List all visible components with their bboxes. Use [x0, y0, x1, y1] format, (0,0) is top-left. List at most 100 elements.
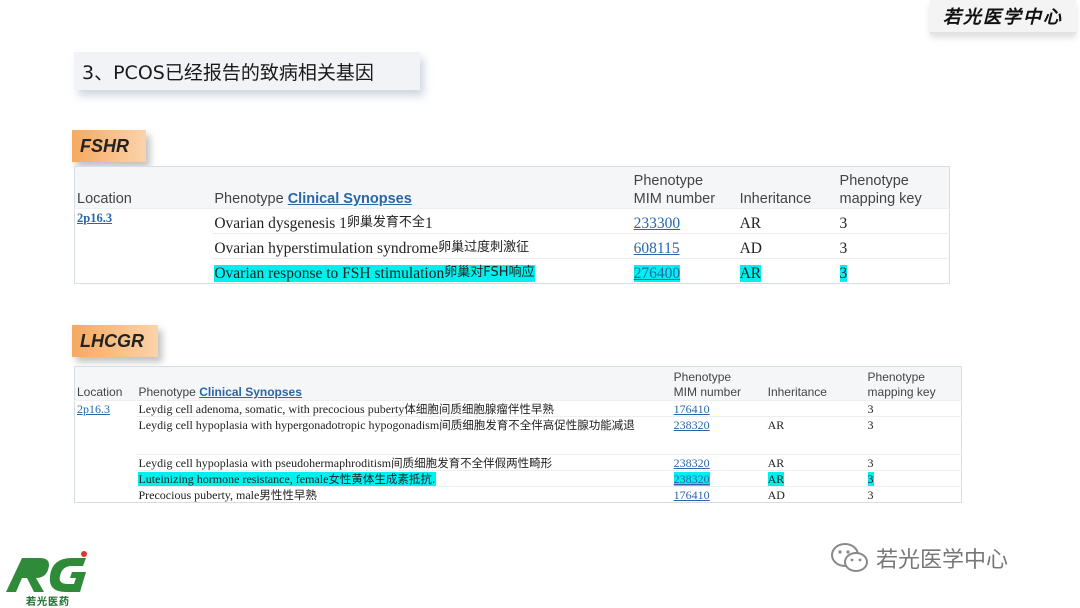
mapping-key-cell: 3: [865, 400, 962, 417]
location-cell: 2p16.3: [74, 400, 137, 503]
phenotype-cell: Leydig cell hypoplasia with hypergonadot…: [136, 416, 672, 455]
header-phenotype-label: Phenotype: [214, 191, 284, 207]
table-row-highlighted: Luteinizing hormone resistance, female女性…: [75, 470, 962, 487]
page-title: 3、PCOS已经报告的致病相关基因: [74, 52, 420, 90]
header-mapping-key: Phenotype mapping key: [866, 367, 962, 401]
fshr-table: Location Phenotype Clinical Synopses Phe…: [74, 166, 950, 284]
phenotype-cell: Leydig cell adenoma, somatic, with preco…: [136, 400, 672, 417]
mapping-key-cell: 3: [837, 233, 950, 259]
phenotype-zh: 间质细胞发育不全伴假两性畸形: [391, 456, 553, 470]
mapping-key-cell: 3: [865, 486, 962, 503]
clinical-synopses-link[interactable]: Clinical Synopses: [199, 385, 302, 399]
table-row: 2p16.3 Ovarian dysgenesis 1卵巢发育不全1 23330…: [74, 208, 950, 284]
inheritance-cell: AR: [765, 470, 866, 487]
header-key-line2: mapping key: [839, 191, 922, 207]
header-mim: Phenotype MIM number: [632, 167, 738, 209]
phenotype-zh: 体细胞间质细胞腺瘤伴性早熟: [404, 402, 554, 416]
header-mim-line1: Phenotype: [633, 173, 704, 189]
fshr-header-row: Location Phenotype Clinical Synopses Phe…: [74, 166, 950, 209]
header-mim-line2: MIM number: [673, 385, 742, 399]
phenotype-text: Leydig cell hypoplasia with hypergonadot…: [138, 418, 440, 432]
header-key-line1: Phenotype: [867, 370, 925, 384]
mapping-key-cell: 3: [837, 208, 950, 234]
inheritance-cell: AR: [765, 416, 866, 455]
phenotype-cell: Ovarian hyperstimulation syndrome卵巢过度刺激征: [212, 233, 632, 259]
header-phenotype: Phenotype Clinical Synopses: [212, 167, 631, 209]
mim-cell: 233300: [631, 208, 738, 234]
inheritance-cell: AD: [765, 486, 866, 503]
inheritance-cell: AD: [737, 233, 838, 259]
mapping-key-cell: 3: [865, 416, 962, 455]
inheritance-cell: AR: [765, 454, 866, 471]
inheritance-text: AR: [739, 265, 762, 282]
header-mapping-key: Phenotype mapping key: [838, 167, 950, 209]
wechat-icon: [831, 543, 868, 572]
phenotype-text: Luteinizing hormone resistance, female: [138, 472, 329, 486]
header-mim-line2: MIM number: [633, 191, 716, 207]
phenotype-zh: 卵巢发育不全: [346, 215, 425, 230]
phenotype-zh: 女性黄体生成素抵抗.: [328, 472, 436, 486]
phenotype-text: Ovarian dysgenesis 1: [214, 215, 347, 232]
table-row: 2p16.3 Leydig cell adenoma, somatic, wit…: [74, 400, 962, 503]
mim-link[interactable]: 238320: [673, 472, 710, 486]
inheritance-cell: AR: [737, 258, 838, 284]
mapping-key-cell: 3: [865, 470, 962, 487]
mim-link[interactable]: 238320: [674, 418, 710, 432]
header-mim: Phenotype MIM number: [672, 367, 766, 401]
phenotype-cell: Ovarian response to FSH stimulation卵巢对FS…: [212, 258, 632, 284]
location-link[interactable]: 2p16.3: [77, 402, 110, 416]
mim-link[interactable]: 608115: [634, 240, 680, 257]
phenotype-zh: 间质细胞发育不全伴高促性腺功能减退: [439, 418, 635, 432]
table-row: Precocious puberty, male男性性早熟 176410 AD …: [75, 486, 962, 503]
lhcgr-table: Location Phenotype Clinical Synopses Phe…: [74, 366, 962, 503]
phenotype-cell: Ovarian dysgenesis 1卵巢发育不全1: [212, 208, 632, 234]
inheritance-cell: [765, 400, 866, 417]
header-mim-line1: Phenotype: [673, 370, 732, 384]
clinical-synopses-link[interactable]: Clinical Synopses: [288, 191, 412, 207]
mim-cell: 608115: [631, 233, 738, 259]
phenotype-cell: Precocious puberty, male男性性早熟: [136, 486, 672, 503]
mapping-key-cell: 3: [837, 258, 950, 284]
mim-cell: 238320: [671, 416, 766, 455]
location-link[interactable]: 2p16.3: [77, 211, 112, 225]
header-key-line2: mapping key: [867, 385, 936, 399]
mapping-key-text: 3: [867, 472, 874, 486]
phenotype-text: Leydig cell adenoma, somatic, with preco…: [138, 402, 405, 416]
phenotype-text: Ovarian response to FSH stimulation: [214, 265, 445, 282]
gene-label-lhcgr: LHCGR: [72, 325, 158, 357]
phenotype-suffix: 1: [424, 215, 433, 232]
mim-cell: 238320: [671, 454, 766, 471]
header-location: Location: [77, 385, 123, 399]
inheritance-cell: AR: [737, 208, 838, 234]
mim-link[interactable]: 238320: [674, 456, 710, 470]
mim-link[interactable]: 176410: [674, 402, 710, 416]
mapping-key-text: 3: [839, 265, 848, 282]
header-key-line1: Phenotype: [839, 173, 909, 189]
mim-cell: 176410: [671, 486, 766, 503]
mim-link[interactable]: 233300: [634, 215, 681, 232]
mim-cell: 276400: [631, 258, 738, 284]
header-phenotype-label: Phenotype: [138, 385, 196, 399]
header-location: Location: [77, 191, 132, 207]
phenotype-zh: 男性性早熟: [259, 488, 317, 502]
phenotype-zh: 卵巢对FSH响应: [444, 265, 535, 280]
mapping-key-cell: 3: [865, 454, 962, 471]
phenotype-cell: Luteinizing hormone resistance, female女性…: [136, 470, 672, 487]
mim-link[interactable]: 176410: [674, 488, 710, 502]
phenotype-cell: Leydig cell hypoplasia with pseudohermap…: [136, 454, 672, 471]
watermark-text: 若光医学中心: [876, 548, 1009, 573]
mim-cell: 238320: [671, 470, 766, 487]
location-cell: 2p16.3: [74, 208, 213, 284]
phenotype-zh: 卵巢过度刺激征: [438, 240, 530, 255]
header-phenotype: Phenotype Clinical Synopses: [136, 367, 671, 401]
header-inheritance: Inheritance: [739, 191, 812, 207]
brand-name: 若光医学中心: [930, 0, 1076, 34]
gene-label-fshr: FSHR: [72, 130, 146, 162]
table-row: Leydig cell hypoplasia with hypergonadot…: [75, 416, 962, 455]
mim-cell: 176410: [671, 400, 766, 417]
mim-link[interactable]: 276400: [633, 265, 681, 282]
lhcgr-header-row: Location Phenotype Clinical Synopses Phe…: [74, 366, 962, 401]
inheritance-text: AR: [767, 472, 785, 486]
logo-text: 若光医药: [26, 597, 70, 608]
phenotype-text: Ovarian hyperstimulation syndrome: [214, 240, 439, 257]
